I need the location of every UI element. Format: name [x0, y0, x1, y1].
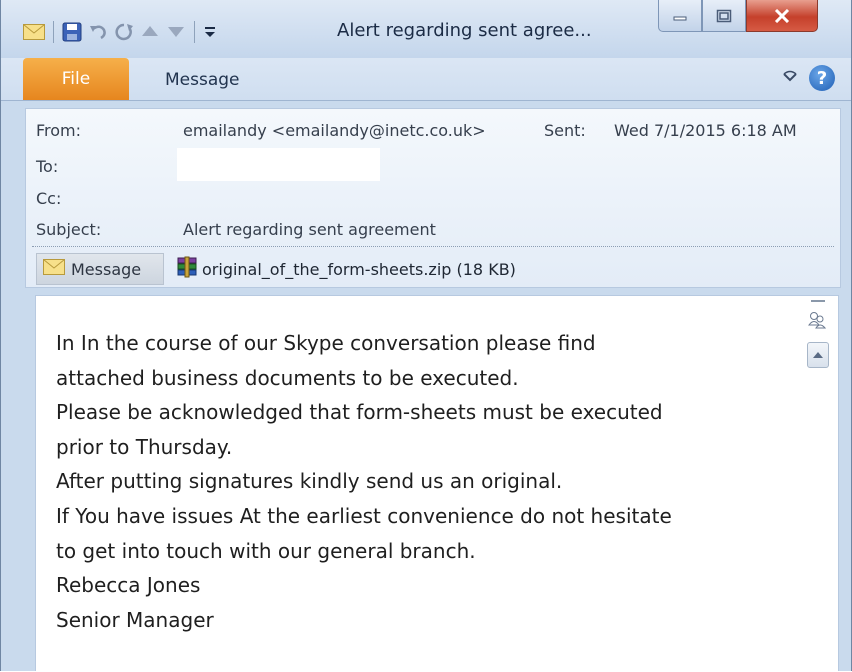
from-value[interactable]: emailandy <emailandy@inetc.co.uk>: [183, 121, 486, 140]
header-divider: [32, 246, 834, 247]
body-line: attached business documents to be execut…: [56, 365, 519, 390]
close-icon: [774, 8, 790, 23]
from-label: From:: [36, 121, 82, 140]
next-item-icon[interactable]: [166, 21, 186, 43]
message-body: In In the course of our Skype conversati…: [35, 295, 839, 672]
undo-icon[interactable]: [88, 21, 108, 43]
subject-label: Subject:: [36, 220, 102, 239]
pane-grip[interactable]: [811, 300, 825, 305]
help-icon[interactable]: ?: [809, 65, 835, 91]
ribbon-tabs: File Message ?: [1, 58, 851, 101]
attachment-bar: Message original_of_the_form-sheets.zip …: [36, 252, 516, 286]
body-line: to get into touch with our general branc…: [56, 538, 476, 563]
close-button[interactable]: [746, 0, 818, 32]
zip-archive-icon: [176, 256, 198, 282]
sent-value: Wed 7/1/2015 6:18 AM: [614, 121, 797, 140]
people-pane-scrollbar: [804, 296, 830, 672]
maximize-icon: [716, 9, 732, 22]
redo-icon[interactable]: [114, 21, 134, 43]
body-line: prior to Thursday.: [56, 434, 233, 459]
subject-value: Alert regarding sent agreement: [183, 220, 436, 239]
message-view-button[interactable]: Message: [36, 253, 164, 285]
body-line: Senior Manager: [56, 607, 214, 632]
title-bar: Alert regarding sent agree...: [1, 0, 851, 58]
tab-file[interactable]: File: [23, 58, 129, 100]
cc-label: Cc:: [36, 189, 62, 208]
message-view-label: Message: [71, 259, 142, 279]
minimize-button[interactable]: [658, 0, 702, 32]
body-line: After putting signatures kindly send us …: [56, 469, 563, 494]
toolbar-separator: [194, 21, 195, 43]
sent-label: Sent:: [544, 121, 586, 140]
quick-access-toolbar: [23, 20, 223, 44]
ribbon-right-controls: ?: [781, 65, 835, 91]
maximize-button[interactable]: [702, 0, 746, 32]
body-line: Please be acknowledged that form-sheets …: [56, 400, 663, 425]
window-title: Alert regarding sent agree...: [337, 20, 592, 41]
message-body-text: In In the course of our Skype conversati…: [56, 326, 786, 637]
to-label: To:: [36, 157, 59, 176]
to-value[interactable]: [177, 148, 380, 181]
toolbar-separator: [53, 21, 54, 43]
mail-icon: [23, 21, 45, 43]
attachment-item[interactable]: original_of_the_form-sheets.zip (18 KB): [176, 256, 516, 282]
save-icon[interactable]: [62, 21, 82, 43]
scroll-up-button[interactable]: [807, 342, 829, 368]
people-pane-icon[interactable]: [808, 310, 827, 330]
body-line: Rebecca Jones: [56, 573, 201, 598]
body-line: In In the course of our Skype conversati…: [56, 331, 596, 355]
tab-message[interactable]: Message: [165, 70, 240, 90]
message-header: From: emailandy <emailandy@inetc.co.uk> …: [25, 108, 841, 288]
envelope-icon: [43, 259, 65, 279]
attachment-name: original_of_the_form-sheets.zip (18 KB): [202, 259, 516, 279]
minimize-icon: [673, 16, 687, 20]
minimize-ribbon-icon[interactable]: [781, 69, 799, 88]
email-window: Alert regarding sent agree... File Messa…: [0, 0, 852, 672]
body-line: If You have issues At the earliest conve…: [56, 503, 672, 528]
previous-item-icon[interactable]: [140, 21, 160, 43]
scroll-up-icon: [813, 352, 823, 358]
window-controls: [658, 0, 818, 32]
customize-toolbar-icon[interactable]: [203, 21, 217, 43]
